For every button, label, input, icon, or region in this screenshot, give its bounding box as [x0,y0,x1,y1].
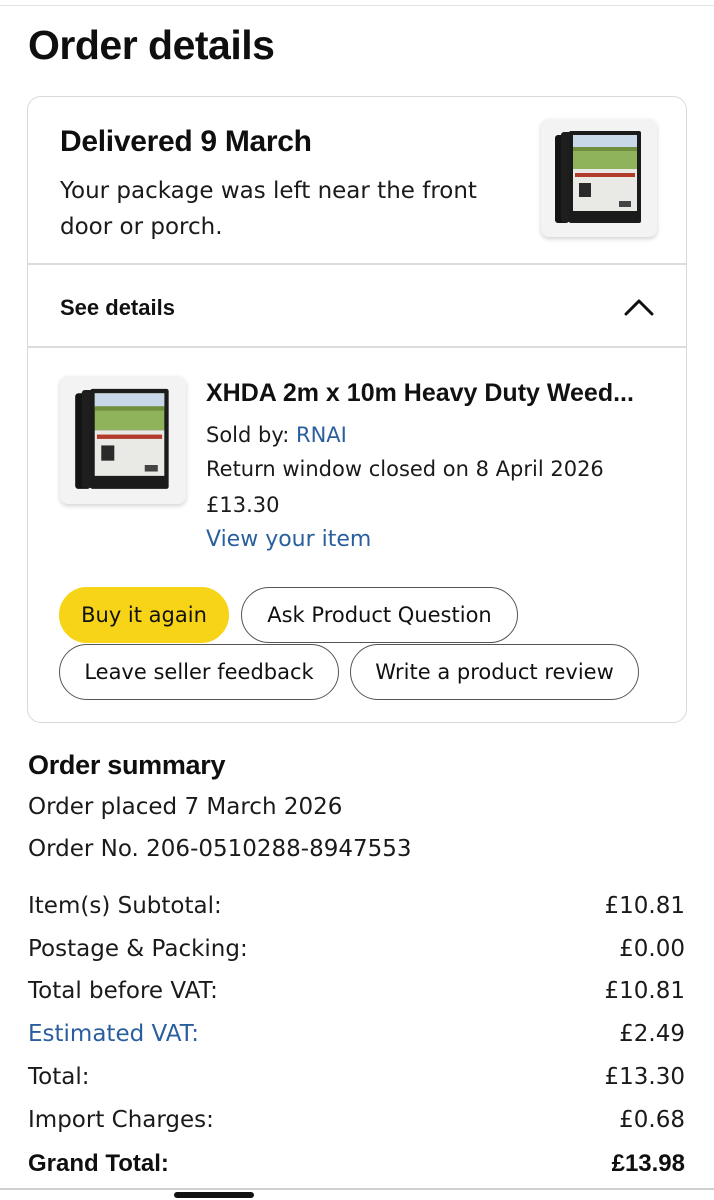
row-label: Grand Total: [28,1150,169,1177]
home-indicator[interactable] [174,1192,254,1198]
estimated-vat-link[interactable]: Estimated VAT: [28,1021,199,1047]
leave-seller-feedback-button[interactable]: Leave seller feedback [59,644,339,700]
row-label: Total: [28,1064,90,1090]
product-thumbnail-top[interactable] [541,119,657,237]
top-divider [0,5,714,6]
row-label: Postage & Packing: [28,936,248,962]
row-value: £13.30 [604,1064,685,1090]
order-summary-title: Order summary [28,750,226,780]
item-price: £13.30 [206,493,280,517]
order-details-page: Order details Delivered 9 March Your pac… [0,0,714,1200]
summary-row-vat: Estimated VAT: £2.49 [28,1021,685,1057]
order-number: Order No. 206-0510288-8947553 [28,836,412,862]
product-image [555,131,641,223]
card-divider [28,346,686,348]
item-title-link[interactable]: XHDA 2m x 10m Heavy Duty Weed... [206,379,666,408]
summary-row-postage: Postage & Packing: £0.00 [28,936,685,972]
return-window-text: Return window closed on 8 April 2026 [206,457,604,481]
row-value: £0.68 [619,1107,685,1133]
row-label: Total before VAT: [28,978,218,1004]
row-label: Item(s) Subtotal: [28,893,222,919]
order-card: Delivered 9 March Your package was left … [27,96,687,723]
row-value: £0.00 [619,936,685,962]
row-value: £10.81 [604,978,685,1004]
ask-product-question-button[interactable]: Ask Product Question [241,587,518,643]
view-item-link[interactable]: View your item [206,527,371,552]
summary-row-import: Import Charges: £0.68 [28,1107,685,1143]
buy-again-button[interactable]: Buy it again [59,587,229,643]
chevron-up-icon[interactable] [622,296,656,318]
card-divider [28,263,686,265]
delivery-status-title: Delivered 9 March [60,125,312,158]
summary-row-before-vat: Total before VAT: £10.81 [28,978,685,1014]
row-value: £2.49 [619,1021,685,1047]
see-details-toggle[interactable]: See details [60,295,175,321]
seller-link[interactable]: RNAI [296,423,347,447]
sold-by-label: Sold by: [206,423,296,447]
row-label: Import Charges: [28,1107,214,1133]
product-image [75,388,169,489]
product-thumbnail-item[interactable] [60,376,186,504]
summary-row-total: Total: £13.30 [28,1064,685,1100]
summary-row-grand-total: Grand Total: £13.98 [28,1150,685,1186]
row-value: £10.81 [604,893,685,919]
page-title: Order details [28,22,275,68]
write-review-button[interactable]: Write a product review [350,644,639,700]
bottom-divider [0,1188,714,1190]
order-placed-date: Order placed 7 March 2026 [28,794,343,820]
sold-by-line: Sold by: RNAI [206,423,347,447]
summary-row-subtotal: Item(s) Subtotal: £10.81 [28,893,685,929]
delivery-message: Your package was left near the front doo… [60,178,477,240]
row-value: £13.98 [611,1150,685,1177]
